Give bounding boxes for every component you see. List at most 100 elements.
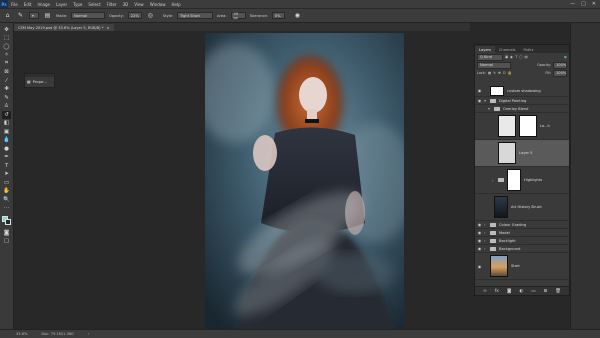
- history-brush-tool-icon[interactable]: ↺: [2, 111, 11, 119]
- layer-row[interactable]: ◉ › Model: [475, 229, 569, 237]
- close-tab-icon[interactable]: ×: [107, 26, 110, 30]
- layer-row[interactable]: ◉ Start: [475, 253, 569, 280]
- clone-stamp-tool-icon[interactable]: ♙: [2, 103, 11, 111]
- mode-select[interactable]: Normal: [71, 12, 106, 19]
- blur-tool-icon[interactable]: 💧: [2, 137, 11, 145]
- healing-brush-tool-icon[interactable]: ✚: [2, 86, 11, 94]
- folder-icon[interactable]: ▭: [531, 289, 535, 294]
- layer-row-selected[interactable]: Layer 5: [475, 140, 569, 167]
- style-select[interactable]: Tight Short: [177, 12, 214, 19]
- filter-toggle-icon[interactable]: ●: [564, 55, 567, 59]
- crop-tool-icon[interactable]: ⌗: [2, 60, 11, 68]
- trash-icon[interactable]: 🗑: [555, 289, 561, 294]
- lock-position-icon[interactable]: ✥: [498, 71, 501, 75]
- pressure-opacity-icon[interactable]: ◎: [146, 11, 155, 20]
- filter-smart-icon[interactable]: ▤: [524, 55, 527, 59]
- marquee-tool-icon[interactable]: ⬚: [2, 35, 11, 43]
- lock-artboard-icon[interactable]: ⊡: [503, 71, 506, 75]
- new-layer-icon[interactable]: ⊞: [543, 289, 547, 294]
- menu-view[interactable]: View: [131, 2, 147, 7]
- mask-icon[interactable]: ◙: [507, 289, 511, 294]
- layer-opacity-field[interactable]: 100%: [553, 61, 567, 69]
- menu-select[interactable]: Select: [85, 2, 103, 7]
- visibility-eye-icon[interactable]: ◉: [475, 230, 484, 235]
- minimize-button[interactable]: —: [570, 1, 575, 7]
- area-field[interactable]: 20 px: [230, 12, 246, 20]
- lock-transparency-icon[interactable]: ▦: [488, 71, 491, 75]
- brush-tool-icon[interactable]: ✎: [2, 94, 11, 102]
- link-icon[interactable]: ∞: [483, 289, 487, 294]
- layer-list[interactable]: ◉ custom shadowing ◉ ▾ Digital Painting …: [475, 85, 569, 287]
- tab-paths[interactable]: Paths: [520, 46, 538, 53]
- document-tab[interactable]: CSM May 2019.psd @ 33.6% (Layer 5, RGB/8…: [14, 24, 114, 31]
- filter-shape-icon[interactable]: ▢: [519, 55, 522, 59]
- filter-adjust-icon[interactable]: ◐: [510, 55, 513, 59]
- opacity-field[interactable]: 22%: [127, 12, 142, 19]
- menu-help[interactable]: Help: [168, 2, 183, 7]
- background-color-swatch[interactable]: [5, 219, 11, 225]
- zoom-tool-icon[interactable]: 🔍: [2, 196, 11, 204]
- visibility-eye-icon[interactable]: ◉: [475, 222, 484, 227]
- gradient-tool-icon[interactable]: ▣: [2, 128, 11, 136]
- quick-select-tool-icon[interactable]: ✧: [2, 52, 11, 60]
- lasso-tool-icon[interactable]: ◯: [2, 43, 11, 51]
- tab-channels[interactable]: Channels: [495, 46, 520, 53]
- visibility-eye-icon[interactable]: ◉: [475, 264, 484, 269]
- quick-mask-icon[interactable]: ◙: [2, 229, 11, 237]
- visibility-eye-icon[interactable]: ◉: [475, 88, 484, 93]
- eraser-tool-icon[interactable]: ◧: [2, 120, 11, 128]
- fill-field[interactable]: 100%: [553, 69, 567, 77]
- blend-mode-select[interactable]: Normal: [477, 61, 511, 69]
- filter-type-icon[interactable]: T: [515, 55, 517, 59]
- rectangle-tool-icon[interactable]: ▭: [2, 179, 11, 187]
- tab-layers[interactable]: Layers: [475, 46, 495, 53]
- maximize-button[interactable]: □: [581, 1, 586, 7]
- art-history-brush-icon[interactable]: ✎: [16, 11, 25, 20]
- menu-file[interactable]: File: [8, 2, 21, 7]
- layer-row[interactable]: › Highlights: [475, 167, 569, 194]
- layer-kind-filter[interactable]: Q Kind: [477, 53, 503, 61]
- move-tool-icon[interactable]: ✥: [2, 26, 11, 34]
- filter-pixel-icon[interactable]: ▣: [505, 55, 508, 59]
- pen-tool-icon[interactable]: ✒: [2, 154, 11, 162]
- layer-row[interactable]: Lo...h: [475, 113, 569, 140]
- brush-settings-icon[interactable]: ▤: [43, 11, 52, 20]
- brush-size-picker[interactable]: ▾: [29, 12, 39, 19]
- menu-image[interactable]: Image: [34, 2, 53, 7]
- home-icon[interactable]: ⌂: [3, 11, 12, 20]
- frame-tool-icon[interactable]: ⊠: [2, 69, 11, 77]
- more-tools-icon[interactable]: ⋯: [2, 205, 11, 213]
- lock-all-icon[interactable]: 🔒: [508, 71, 512, 75]
- screen-mode-icon[interactable]: ▢: [2, 238, 11, 246]
- eyedropper-tool-icon[interactable]: ⁄: [2, 77, 11, 85]
- layer-row[interactable]: ◉ › Backlight: [475, 237, 569, 245]
- menu-window[interactable]: Window: [147, 2, 169, 7]
- menu-layer[interactable]: Layer: [53, 2, 70, 7]
- document-canvas[interactable]: [205, 33, 404, 329]
- status-arrow-icon[interactable]: ›: [88, 332, 89, 336]
- zoom-level[interactable]: 33.6%: [16, 332, 27, 336]
- visibility-eye-icon[interactable]: ◉: [475, 98, 484, 103]
- properties-panel-collapsed[interactable]: ▦ Prope...: [24, 73, 55, 88]
- layer-row[interactable]: ◉ ▾ Digital Painting: [475, 97, 569, 105]
- menu-edit[interactable]: Edit: [21, 2, 35, 7]
- visibility-eye-icon[interactable]: ◉: [475, 246, 484, 251]
- menu-3d[interactable]: 3D: [120, 2, 132, 7]
- canvas-area[interactable]: [14, 31, 470, 329]
- layer-row[interactable]: Art History Brush: [475, 194, 569, 221]
- adjustment-icon[interactable]: ◐: [519, 289, 523, 294]
- color-swatches[interactable]: [2, 216, 11, 225]
- path-select-tool-icon[interactable]: ➤: [2, 171, 11, 179]
- visibility-eye-icon[interactable]: ◉: [475, 238, 484, 243]
- menu-filter[interactable]: Filter: [104, 2, 120, 7]
- hand-tool-icon[interactable]: ✋: [2, 188, 11, 196]
- pressure-size-icon[interactable]: ◉: [293, 11, 302, 20]
- menu-type[interactable]: Type: [70, 2, 85, 7]
- type-tool-icon[interactable]: T: [2, 162, 11, 170]
- layer-row[interactable]: ◉ custom shadowing: [475, 85, 569, 97]
- tolerance-field[interactable]: 0%: [271, 12, 285, 19]
- layer-row[interactable]: ◉ › Colour Grading: [475, 221, 569, 229]
- close-button[interactable]: ✕: [592, 1, 596, 7]
- dodge-tool-icon[interactable]: ●: [2, 145, 11, 153]
- fx-icon[interactable]: fx: [495, 289, 499, 294]
